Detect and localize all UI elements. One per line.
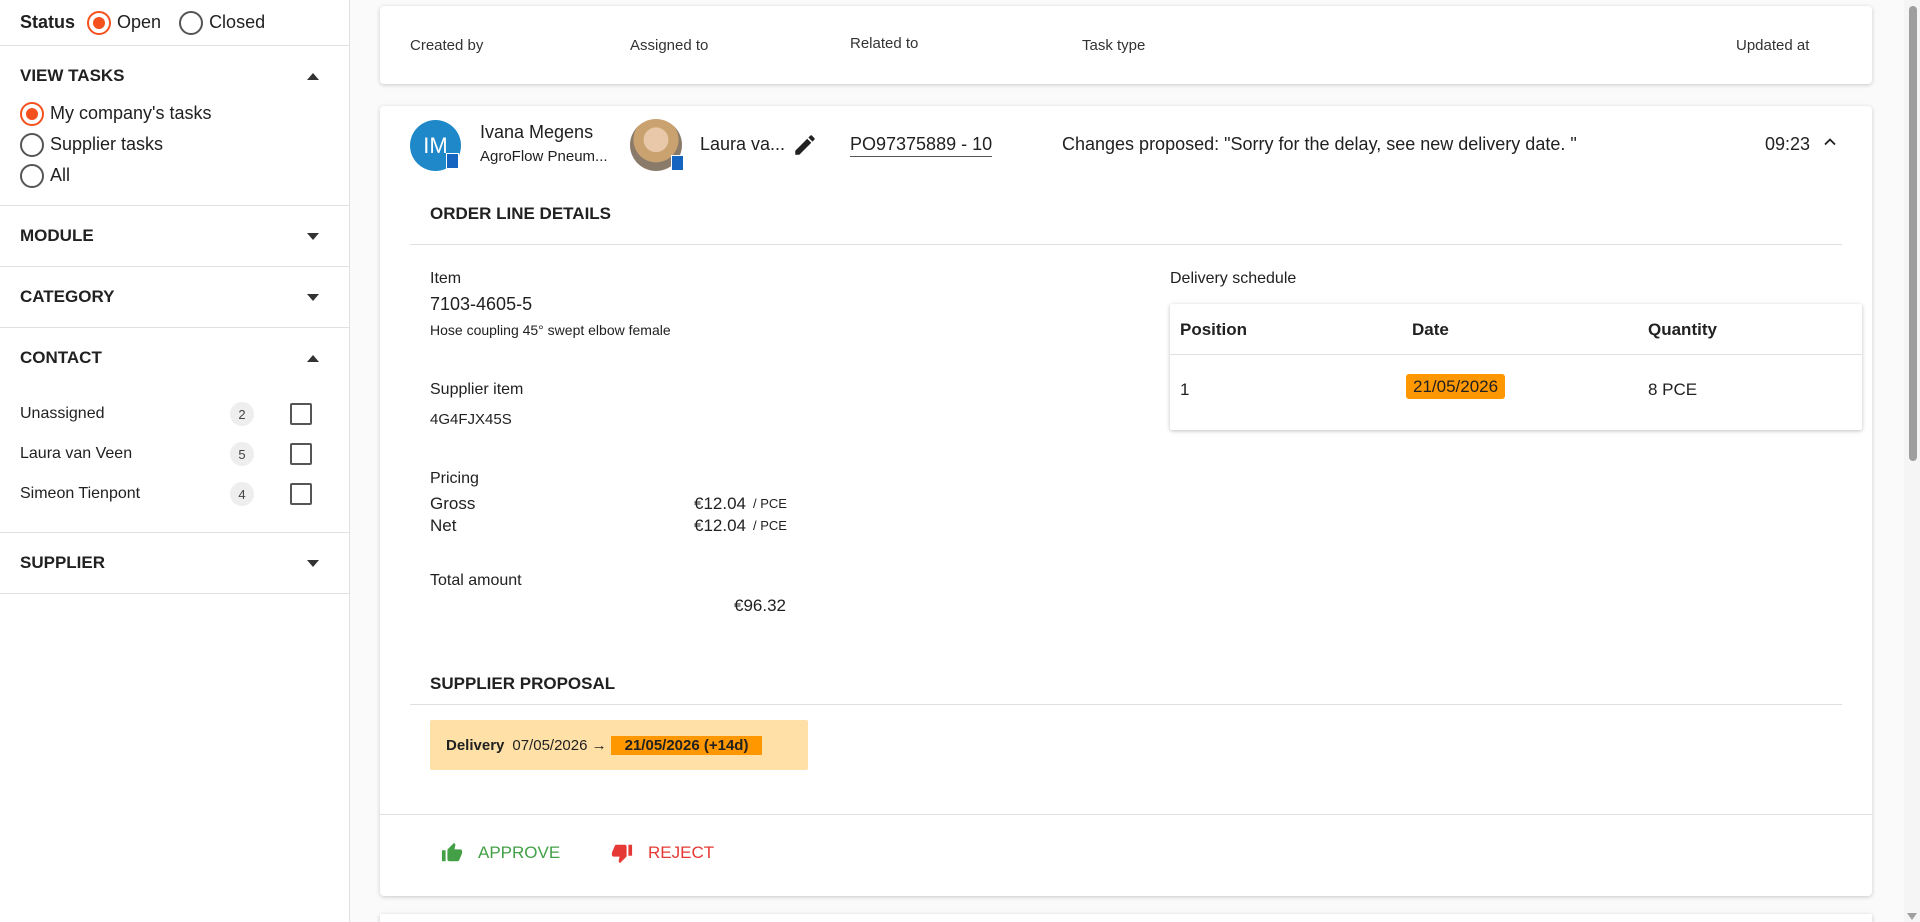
scroll-down-arrow-icon[interactable] [1907, 913, 1917, 920]
col-task-type[interactable]: Task type [1082, 37, 1145, 54]
updated-time: 09:23 [1765, 134, 1811, 154]
status-open-radio[interactable]: Open [87, 10, 161, 35]
order-line-details-title: ORDER LINE DETAILS [430, 204, 612, 223]
gross-label: Gross [430, 494, 476, 513]
contact-item-simeon: Simeon Tienpont 4 [0, 474, 349, 514]
supplier-section: SUPPLIER [0, 533, 349, 594]
view-all-radio[interactable]: All [20, 160, 311, 191]
page-scrollbar[interactable] [1904, 0, 1920, 922]
radio-empty-icon [20, 163, 44, 188]
col-related-to[interactable]: Related to [850, 35, 918, 52]
supplier-item-value: 4G4FJX45S [430, 411, 512, 428]
row-position: 1 [1180, 380, 1190, 399]
delivery-schedule-label: Delivery schedule [1170, 270, 1297, 287]
supplier-header[interactable]: SUPPLIER [0, 533, 349, 593]
item-code: 7103-4605-5 [430, 294, 533, 314]
radio-selected-icon [87, 10, 112, 35]
count-badge: 5 [230, 442, 254, 466]
creator-avatar: IM [410, 120, 461, 171]
item-description: Hose coupling 45° swept elbow female [430, 322, 671, 338]
bookmark-icon [671, 155, 684, 171]
count-badge: 4 [230, 482, 254, 506]
row-date: 21/05/2026 [1406, 374, 1506, 399]
divider [1170, 354, 1862, 355]
creator-org: AgroFlow Pneum... [480, 148, 608, 165]
proposal-new-date: 21/05/2026 (+14d) [610, 735, 763, 755]
radio-empty-icon [20, 132, 44, 157]
view-tasks-header[interactable]: VIEW TASKS [0, 46, 349, 106]
edit-pencil-icon[interactable] [792, 132, 818, 158]
collapse-arrow-icon [307, 354, 319, 362]
status-label: Status [20, 12, 76, 32]
contact-header[interactable]: CONTACT [0, 328, 349, 388]
task-card: IM Ivana Megens AgroFlow Pneum... Laura … [380, 106, 1872, 896]
divider [410, 704, 1842, 705]
thumbs-up-icon [441, 842, 463, 862]
total-amount-label: Total amount [430, 572, 522, 589]
col-created-by[interactable]: Created by [410, 37, 483, 54]
gross-value: €12.04 [694, 494, 746, 513]
divider [410, 244, 1842, 245]
contact-checkbox[interactable] [290, 483, 312, 505]
proposal-key: Delivery [446, 736, 505, 754]
col-date: Date [1412, 320, 1449, 339]
creator-name: Ivana Megens [480, 122, 594, 142]
divider [380, 814, 1872, 815]
filter-sidebar: Status Open Closed VIEW TASKS My company… [0, 0, 350, 922]
gross-unit: / PCE [753, 496, 787, 511]
col-assigned-to[interactable]: Assigned to [630, 37, 708, 54]
related-order-link[interactable]: PO97375889 - 10 [850, 134, 993, 157]
status-closed-radio[interactable]: Closed [179, 10, 265, 35]
task-type-text: Changes proposed: "Sorry for the delay, … [1062, 134, 1577, 154]
total-amount-value: €96.32 [734, 596, 786, 615]
expand-arrow-icon [307, 293, 319, 301]
net-unit: / PCE [753, 518, 787, 533]
next-task-card [380, 914, 1872, 922]
category-section: CATEGORY [0, 267, 349, 328]
thumbs-down-icon [611, 844, 633, 864]
bookmark-icon [446, 153, 459, 169]
radio-selected-icon [20, 101, 44, 126]
module-header[interactable]: MODULE [0, 206, 349, 266]
radio-empty-icon [179, 10, 204, 35]
assignee-avatar [630, 119, 684, 171]
assignee-name: Laura va... [700, 134, 786, 154]
col-position: Position [1180, 320, 1248, 339]
task-list-header: Created by Assigned to Related to Task t… [380, 6, 1872, 84]
row-quantity: 8 PCE [1648, 380, 1698, 399]
col-quantity: Quantity [1648, 320, 1717, 339]
count-badge: 2 [230, 402, 254, 426]
approve-button[interactable]: APPROVE [440, 842, 560, 864]
contact-item-unassigned: Unassigned 2 [0, 394, 349, 434]
view-tasks-section: VIEW TASKS My company's tasks Supplier t… [0, 46, 349, 206]
view-my-company-radio[interactable]: My company's tasks [20, 98, 311, 129]
pricing-label: Pricing [430, 470, 479, 487]
supplier-proposal-title: SUPPLIER PROPOSAL [430, 674, 616, 693]
reject-button[interactable]: REJECT [610, 842, 714, 864]
proposal-old-date: 07/05/2026 → [512, 736, 607, 754]
view-supplier-radio[interactable]: Supplier tasks [20, 129, 311, 160]
delivery-schedule-table: Position Date Quantity 1 21/05/2026 8 PC… [1170, 304, 1862, 430]
status-filter: Status Open Closed [0, 0, 349, 46]
contact-section: CONTACT Unassigned 2 Laura van Veen 5 Si… [0, 328, 349, 533]
category-header[interactable]: CATEGORY [0, 267, 349, 327]
delivery-proposal: Delivery 07/05/2026 → 21/05/2026 (+14d) [430, 720, 808, 770]
contact-checkbox[interactable] [290, 403, 312, 425]
module-section: MODULE [0, 206, 349, 267]
contact-checkbox[interactable] [290, 443, 312, 465]
contact-item-laura: Laura van Veen 5 [0, 434, 349, 474]
net-label: Net [430, 516, 457, 535]
scrollbar-thumb[interactable] [1909, 6, 1917, 461]
item-label: Item [430, 270, 462, 287]
expand-arrow-icon [307, 559, 319, 567]
collapse-arrow-icon [307, 72, 319, 80]
expand-arrow-icon [307, 232, 319, 240]
chevron-up-icon[interactable] [1820, 132, 1840, 152]
col-updated-at[interactable]: Updated at [1736, 37, 1809, 54]
net-value: €12.04 [694, 516, 746, 535]
supplier-item-label: Supplier item [430, 381, 524, 398]
